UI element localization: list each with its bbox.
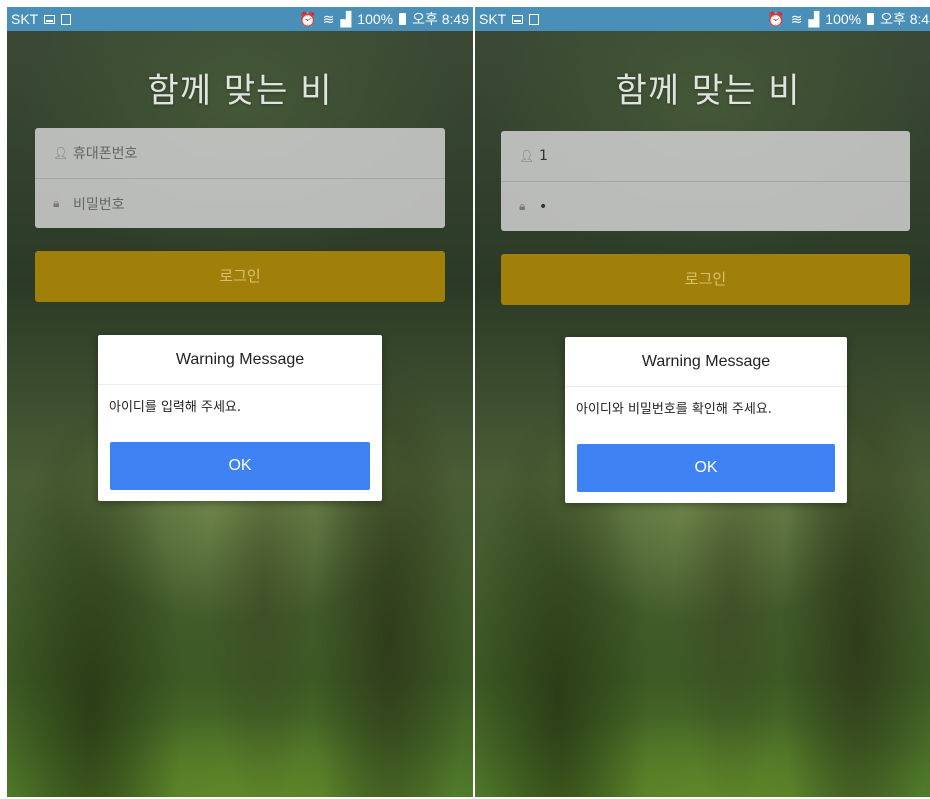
- dialog-message: 아이디와 비밀번호를 확인해 주세요.: [576, 402, 772, 417]
- user-icon: 👤︎: [519, 149, 535, 163]
- ok-button[interactable]: OK: [110, 442, 370, 490]
- alarm-icon: ⏰: [299, 10, 317, 27]
- dialog-title: Warning Message: [565, 337, 847, 387]
- alarm-icon: ⏰: [767, 10, 785, 27]
- signal-icon: ▟: [808, 10, 820, 27]
- phone-screen-left: SKT ⏰ ≋ ▟ 100% 오후 8:49 함께 맞는 비 👤︎ 휴대폰번호 …: [7, 7, 473, 797]
- nfc-icon: [529, 13, 540, 25]
- dialog-message: 아이디를 입력해 주세요.: [109, 400, 241, 415]
- status-bar: SKT ⏰ ≋ ▟ 100% 오후 8:49: [7, 7, 473, 31]
- battery-icon: [867, 13, 875, 25]
- carrier-label: SKT: [479, 11, 507, 27]
- app-title: 함께 맞는 비: [147, 71, 333, 111]
- lock-icon: 🔒︎: [519, 199, 526, 213]
- screenshot-notification-icon: [44, 14, 56, 24]
- lock-icon: 🔒︎: [53, 196, 60, 210]
- user-icon: 👤︎: [53, 146, 69, 160]
- login-form: 👤︎ 휴대폰번호 🔒︎ 비밀번호: [35, 128, 445, 228]
- login-button[interactable]: 로그인: [35, 251, 445, 302]
- clock: 오후 8:49: [412, 11, 469, 27]
- battery-percent: 100%: [825, 11, 862, 27]
- login-button[interactable]: 로그인: [501, 254, 910, 305]
- screenshot-notification-icon: [512, 14, 524, 24]
- phone-number-field[interactable]: 👤︎ 1: [501, 131, 910, 181]
- app-title: 함께 맞는 비: [615, 71, 801, 111]
- carrier-label: SKT: [11, 11, 39, 27]
- ok-button[interactable]: OK: [577, 444, 835, 492]
- battery-percent: 100%: [357, 11, 394, 27]
- nfc-icon: [61, 13, 72, 25]
- phone-number-value: 1: [539, 148, 548, 164]
- status-bar: SKT ⏰ ≋ ▟ 100% 오후 8:49: [475, 7, 930, 31]
- dialog-title: Warning Message: [98, 335, 382, 385]
- password-field[interactable]: 🔒︎ 비밀번호: [35, 178, 445, 228]
- battery-icon: [399, 13, 407, 25]
- phone-screen-right: SKT ⏰ ≋ ▟ 100% 오후 8:49 함께 맞는 비 👤︎ 1 🔒︎ •…: [475, 7, 930, 797]
- password-placeholder: 비밀번호: [73, 196, 125, 213]
- clock: 오후 8:49: [880, 11, 930, 27]
- warning-dialog: Warning Message 아이디와 비밀번호를 확인해 주세요. OK: [565, 337, 847, 503]
- wifi-icon: ≋: [322, 10, 335, 27]
- signal-icon: ▟: [340, 10, 352, 27]
- login-form: 👤︎ 1 🔒︎ •: [501, 131, 910, 231]
- warning-dialog: Warning Message 아이디를 입력해 주세요. OK: [98, 335, 382, 501]
- password-field[interactable]: 🔒︎ •: [501, 181, 910, 231]
- password-value: •: [539, 198, 548, 215]
- phone-number-field[interactable]: 👤︎ 휴대폰번호: [35, 128, 445, 178]
- phone-number-placeholder: 휴대폰번호: [73, 146, 138, 162]
- wifi-icon: ≋: [790, 10, 803, 27]
